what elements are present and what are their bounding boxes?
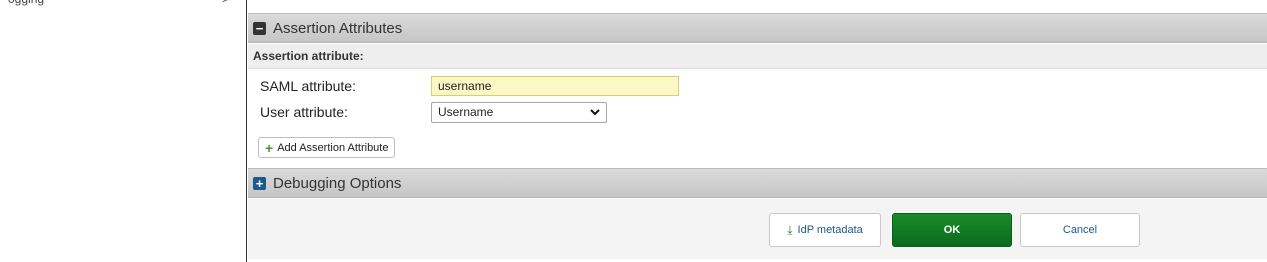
chevron-right-icon: > bbox=[222, 0, 229, 6]
add-assertion-attribute-button[interactable]: + Add Assertion Attribute bbox=[258, 137, 396, 158]
chevron-down-icon bbox=[590, 109, 600, 116]
nav-item-logging[interactable]: ogging bbox=[8, 0, 44, 6]
idp-metadata-button[interactable]: ⤓ IdP metadata bbox=[769, 213, 881, 247]
user-attribute-row: User attribute: Username bbox=[260, 101, 607, 123]
main-panel: − Assertion Attributes Assertion attribu… bbox=[248, 0, 1267, 262]
assertion-attributes-header[interactable]: − Assertion Attributes bbox=[248, 13, 1267, 43]
saml-attribute-label: SAML attribute: bbox=[260, 78, 356, 94]
assertion-attribute-subheader: Assertion attribute: bbox=[248, 44, 1267, 69]
idp-metadata-label: IdP metadata bbox=[797, 224, 863, 236]
add-assertion-attribute-label: Add Assertion Attribute bbox=[277, 141, 389, 154]
user-attribute-select[interactable]: Username bbox=[431, 101, 607, 123]
left-navigation: ogging > bbox=[0, 0, 247, 262]
collapse-icon[interactable]: − bbox=[253, 21, 266, 35]
ok-button[interactable]: OK bbox=[892, 213, 1012, 247]
saml-attribute-input[interactable] bbox=[431, 76, 679, 96]
expand-icon[interactable]: + bbox=[253, 176, 266, 190]
saml-attribute-row: SAML attribute: bbox=[260, 76, 679, 96]
debugging-options-header[interactable]: + Debugging Options bbox=[248, 168, 1267, 198]
user-attribute-label: User attribute: bbox=[260, 104, 348, 120]
user-attribute-selected: Username bbox=[438, 105, 494, 119]
section-title: Assertion Attributes bbox=[273, 19, 403, 37]
cancel-button[interactable]: Cancel bbox=[1020, 213, 1140, 247]
section-title: Debugging Options bbox=[273, 174, 402, 192]
plus-icon: + bbox=[265, 139, 274, 156]
download-icon: ⤓ bbox=[787, 222, 793, 237]
